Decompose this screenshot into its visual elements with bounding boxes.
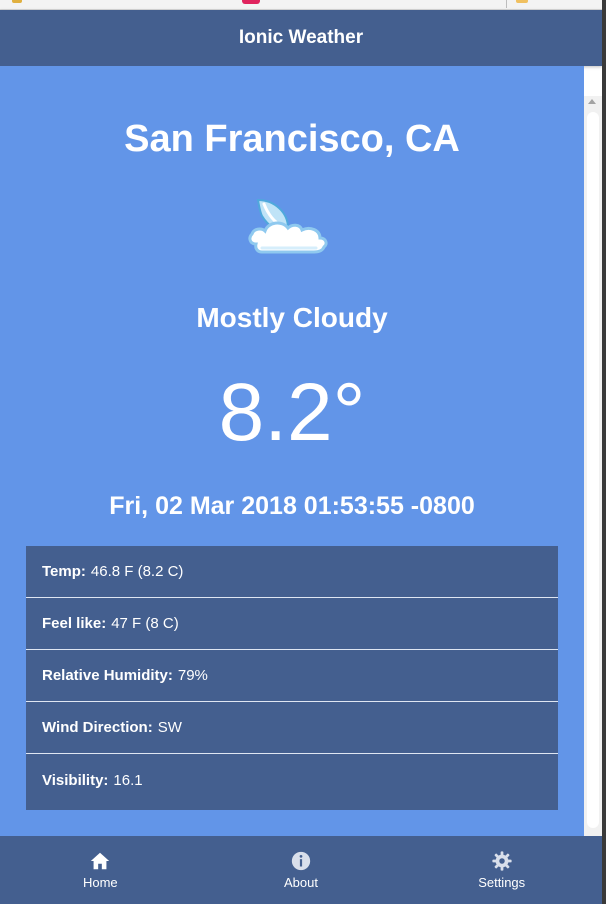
detail-row-temp: Temp: 46.8 F (8.2 C) — [26, 546, 558, 598]
home-icon — [91, 852, 110, 870]
browser-tab-icon — [12, 0, 22, 3]
detail-label: Feel like: — [42, 615, 107, 632]
scroll-thumb[interactable] — [587, 112, 599, 828]
gear-icon — [492, 851, 512, 871]
tab-label: Settings — [478, 875, 526, 890]
weather-details-list: Temp: 46.8 F (8.2 C) Feel like: 47 F (8 … — [26, 546, 558, 810]
detail-label: Temp: — [42, 563, 86, 580]
window-border — [602, 0, 606, 904]
browser-divider — [506, 0, 507, 8]
weather-condition: Mostly Cloudy — [196, 302, 388, 333]
detail-value: 47 F (8 C) — [111, 615, 179, 632]
detail-value: 79% — [177, 667, 208, 684]
detail-label: Relative Humidity: — [42, 667, 173, 684]
detail-row-visibility: Visibility: 16.1 — [26, 754, 558, 806]
detail-label: Visibility: — [42, 771, 109, 789]
partly-cloudy-night-icon — [248, 198, 328, 254]
tab-about[interactable]: About — [201, 836, 402, 904]
tab-home[interactable]: Home — [0, 836, 201, 904]
app-title: Ionic Weather — [238, 27, 364, 48]
info-icon — [291, 851, 311, 871]
detail-value: SW — [157, 719, 182, 736]
detail-label: Wind Direction: — [42, 719, 153, 736]
detail-value: 46.8 F (8.2 C) — [90, 563, 184, 580]
tab-settings[interactable]: Settings — [401, 836, 602, 904]
browser-extension-icon — [516, 0, 528, 3]
tab-label: About — [284, 875, 318, 890]
browser-tab-icon — [242, 0, 260, 4]
detail-row-humidity: Relative Humidity: 79% — [26, 650, 558, 702]
app-header: Ionic Weather — [0, 10, 602, 66]
detail-row-feels-like: Feel like: 47 F (8 C) — [26, 598, 558, 650]
browser-chrome-strip — [0, 0, 606, 10]
scroll-up-arrow-icon[interactable] — [588, 99, 596, 104]
tab-label: Home — [82, 875, 118, 890]
scrollbar[interactable] — [584, 96, 602, 836]
observation-time: Fri, 02 Mar 2018 01:53:55 -0800 — [109, 492, 475, 520]
detail-value: 16.1 — [113, 771, 143, 789]
location-title: San Francisco, CA — [124, 118, 460, 160]
current-temperature: 8.2° — [218, 367, 366, 458]
detail-row-wind-direction: Wind Direction: SW — [26, 702, 558, 754]
bottom-tab-bar: Home About Settings — [0, 836, 602, 904]
